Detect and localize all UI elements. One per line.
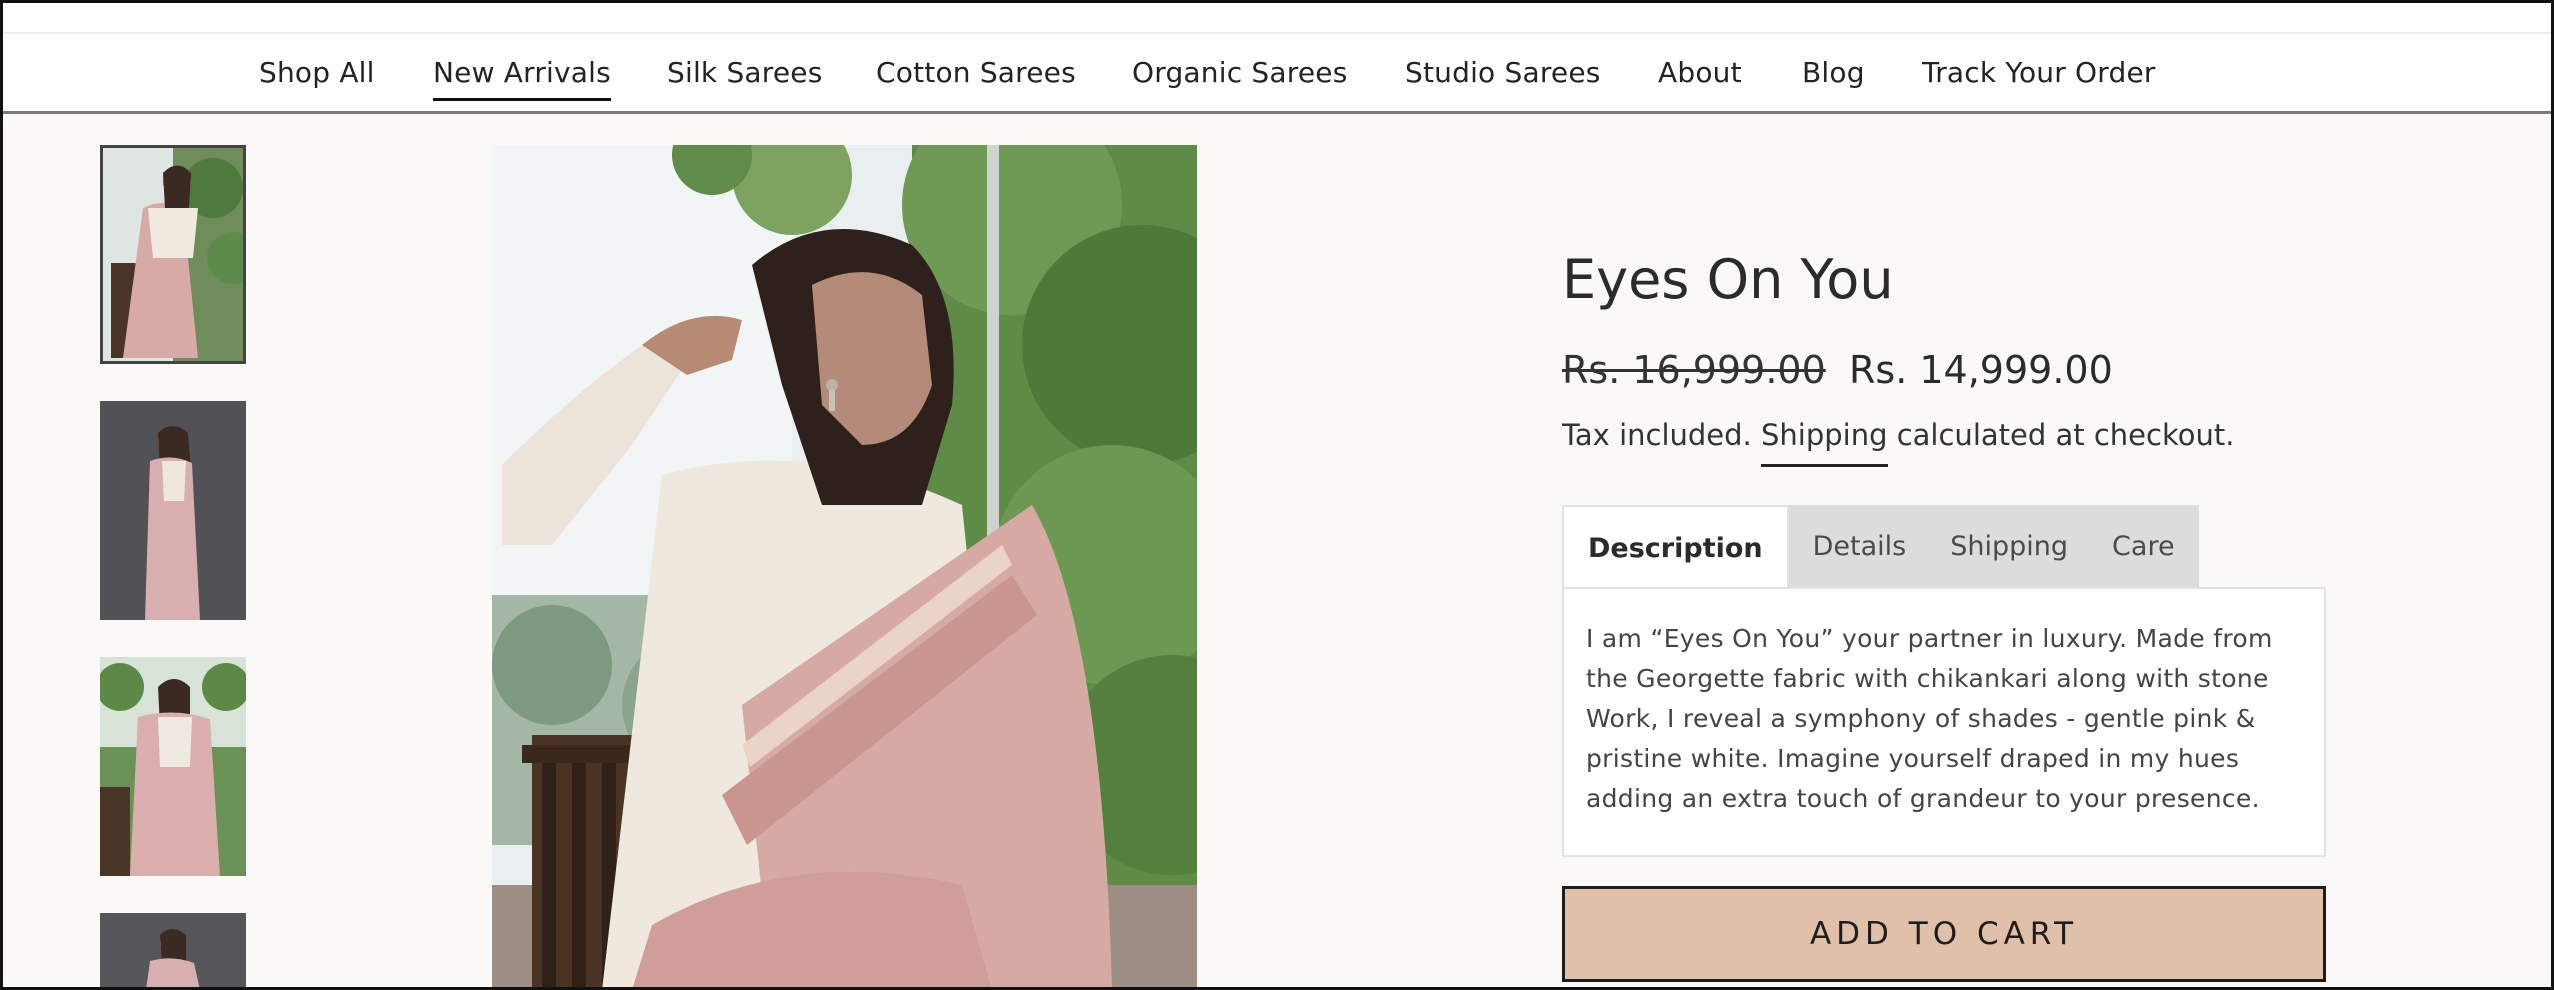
thumbnail-photo xyxy=(100,657,246,876)
thumbnail-photo xyxy=(103,148,243,361)
gallery-thumbnail[interactable] xyxy=(100,401,246,620)
tab-care[interactable]: Care xyxy=(2090,505,2199,588)
thumbnail-photo xyxy=(100,401,246,620)
add-to-cart-button[interactable]: ADD TO CART xyxy=(1562,886,2326,982)
tab-details[interactable]: Details xyxy=(1788,505,1929,588)
main-navigation: Shop All New Arrivals Silk Sarees Cotton… xyxy=(0,34,2554,114)
tab-description[interactable]: Description xyxy=(1562,505,1789,588)
gallery-thumbnail[interactable] xyxy=(100,913,246,990)
product-title: Eyes On You xyxy=(1562,248,1894,311)
sale-price: Rs. 14,999.00 xyxy=(1849,348,2113,392)
gallery-thumbnail[interactable] xyxy=(100,657,246,876)
description-line: adding an extra touch of grandeur to you… xyxy=(1586,784,2260,813)
main-product-image[interactable] xyxy=(492,145,1197,990)
nav-studio-sarees[interactable]: Studio Sarees xyxy=(1405,56,1601,89)
nav-blog[interactable]: Blog xyxy=(1802,56,1865,89)
description-line: the Georgette fabric with chikankari alo… xyxy=(1586,664,2269,693)
description-line: Work, I reveal a symphony of shades - ge… xyxy=(1586,704,2256,733)
description-panel: I am “Eyes On You” your partner in luxur… xyxy=(1562,587,2326,857)
original-price: Rs. 16,999.00 xyxy=(1562,348,1826,392)
tax-note-suffix: calculated at checkout. xyxy=(1896,418,2235,452)
nav-organic-sarees[interactable]: Organic Sarees xyxy=(1132,56,1347,89)
gallery-thumbnail[interactable] xyxy=(100,145,246,364)
top-strip xyxy=(0,0,2554,34)
description-line: pristine white. Imagine yourself draped … xyxy=(1586,744,2240,773)
thumbnail-photo xyxy=(100,913,246,990)
description-line: I am “Eyes On You” your partner in luxur… xyxy=(1586,624,2273,653)
nav-about[interactable]: About xyxy=(1658,56,1742,89)
tab-shipping[interactable]: Shipping xyxy=(1928,505,2091,588)
nav-cotton-sarees[interactable]: Cotton Sarees xyxy=(876,56,1076,89)
nav-track-your-order[interactable]: Track Your Order xyxy=(1922,56,2156,89)
nav-silk-sarees[interactable]: Silk Sarees xyxy=(667,56,823,89)
product-photo xyxy=(492,145,1197,990)
product-tabs: Description Details Shipping Care xyxy=(1562,505,2199,588)
nav-shop-all[interactable]: Shop All xyxy=(259,56,375,89)
nav-new-arrivals[interactable]: New Arrivals xyxy=(433,56,611,101)
tax-shipping-note: Tax included. Shipping calculated at che… xyxy=(1562,418,2235,467)
tax-note-prefix: Tax included. xyxy=(1562,418,1752,452)
shipping-link[interactable]: Shipping xyxy=(1760,418,1888,467)
